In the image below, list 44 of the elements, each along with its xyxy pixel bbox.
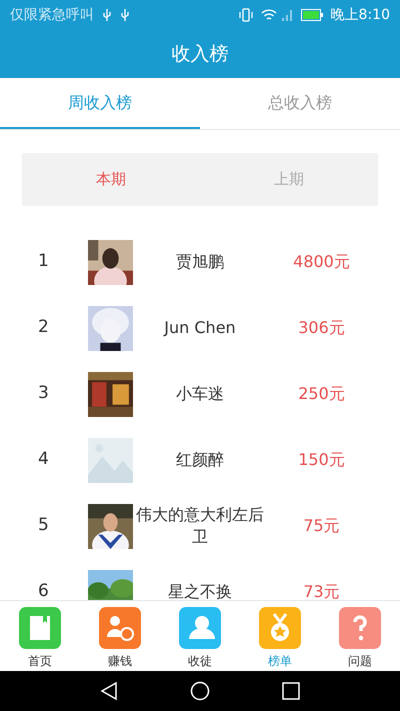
tab[interactable]: 周收入榜 [0, 78, 200, 129]
rank-number: 5 [37, 514, 50, 538]
nav-label: 赚钱 [108, 653, 132, 670]
income-amount: 73元 [302, 581, 341, 600]
rank-number: 3 [37, 382, 50, 406]
rank-number: 1 [37, 250, 50, 274]
nav-item[interactable]: 问题 [320, 601, 400, 671]
nav-item[interactable]: 赚钱 [80, 601, 160, 671]
rank-number: 4 [37, 448, 50, 472]
income-amount: 150元 [297, 449, 346, 471]
income-amount: 4800元 [292, 251, 351, 273]
page-title: 收入榜 [172, 42, 228, 67]
period-tab[interactable]: 上期 [200, 153, 378, 206]
user-name: Jun Chen [162, 317, 237, 339]
user-name: 伟大的意大利左后卫 [135, 504, 265, 548]
nav-item[interactable]: 榜单 [240, 601, 320, 671]
nav-item[interactable]: 首页 [0, 601, 80, 671]
nav-label: 榜单 [268, 653, 292, 670]
signal-icon [280, 8, 293, 22]
income-amount: 306元 [297, 317, 346, 339]
user-name: 星之不换 [167, 581, 233, 600]
back-icon[interactable] [100, 681, 118, 701]
usb-icon [102, 8, 112, 22]
user-name: 小车迷 [175, 383, 225, 405]
rank-number: 2 [37, 316, 50, 340]
usb-icon [120, 8, 130, 22]
nav-label: 问题 [348, 653, 372, 670]
recents-icon[interactable] [282, 682, 300, 700]
period-tab[interactable]: 本期 [22, 153, 200, 206]
tab[interactable]: 总收入榜 [200, 78, 400, 129]
income-amount: 75元 [302, 515, 341, 537]
nav-label: 首页 [28, 653, 52, 670]
wifi-icon [260, 8, 277, 22]
nav-label: 收徒 [188, 653, 212, 670]
nav-item[interactable]: 收徒 [160, 601, 240, 671]
vibrate-icon [238, 8, 253, 22]
status-text: 仅限紧急呼叫 [10, 6, 94, 24]
rank-number: 6 [37, 580, 50, 600]
user-name: 红颜醉 [175, 449, 225, 471]
home-icon[interactable] [190, 681, 210, 701]
clock: 晚上8:10 [330, 6, 390, 24]
income-amount: 250元 [297, 383, 346, 405]
user-name: 贾旭鹏 [175, 251, 225, 273]
battery-icon [300, 9, 323, 21]
